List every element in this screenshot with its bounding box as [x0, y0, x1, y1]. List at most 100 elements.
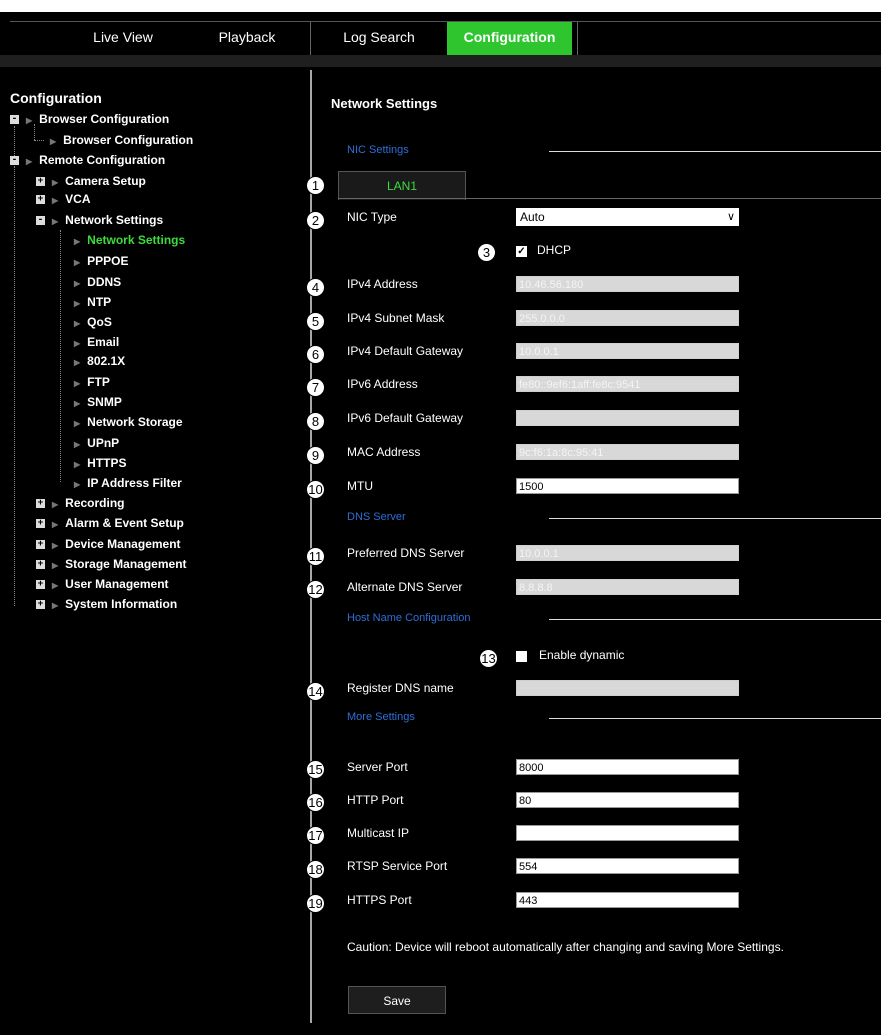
- toolbar-strip: [0, 55, 881, 67]
- sidebar-item-upnp[interactable]: ▶ UPnP: [74, 436, 119, 450]
- multicast-ip-field[interactable]: [516, 825, 739, 841]
- expand-icon[interactable]: +: [36, 540, 45, 549]
- sidebar-item-label: User Management: [65, 577, 169, 591]
- tab-log-search[interactable]: Log Search: [324, 22, 434, 55]
- callout-badge: 10: [306, 480, 325, 499]
- sidebar-item-label: NTP: [87, 295, 112, 309]
- dhcp-checkbox[interactable]: ✓: [516, 246, 527, 257]
- expand-icon[interactable]: +: [36, 177, 45, 186]
- sidebar-item-ip-address-filter[interactable]: ▶ IP Address Filter: [74, 476, 182, 490]
- tab-live-view[interactable]: Live View: [78, 22, 168, 55]
- mac-address-field[interactable]: 9c:f6:1a:8c:95:41: [516, 444, 739, 460]
- multicast-ip-label: Multicast IP: [347, 826, 410, 840]
- sidebar-item-ftp[interactable]: ▶ FTP: [74, 375, 110, 389]
- section-divider: [549, 518, 881, 519]
- ipv6-address-field[interactable]: fe80::9ef6:1aff:fe8c:9541: [516, 376, 739, 392]
- sidebar-item-label: Browser Configuration: [39, 112, 170, 126]
- collapse-icon[interactable]: -: [36, 216, 45, 225]
- sidebar-item-https[interactable]: ▶ HTTPS: [74, 456, 127, 470]
- sidebar-item-ddns[interactable]: ▶ DDNS: [74, 275, 121, 289]
- sidebar-item-network-settings[interactable]: ▶ Network Settings: [52, 213, 163, 227]
- chevron-right-icon: ▶: [50, 137, 57, 146]
- sidebar-item-browser-configuration-sub[interactable]: ▶ Browser Configuration: [50, 133, 193, 147]
- callout-badge: 1: [306, 176, 325, 195]
- collapse-icon[interactable]: -: [10, 156, 19, 165]
- save-button[interactable]: Save: [348, 986, 446, 1014]
- sidebar-item-system-information[interactable]: ▶ System Information: [52, 597, 177, 611]
- chevron-right-icon: ▶: [52, 217, 59, 226]
- callout-badge: 11: [306, 547, 325, 566]
- sidebar-item-label: UPnP: [87, 436, 120, 450]
- nic-type-select[interactable]: Auto ∨: [516, 208, 739, 226]
- rtsp-port-field[interactable]: 554: [516, 858, 739, 874]
- preferred-dns-field[interactable]: 10.0.0.1: [516, 545, 739, 561]
- tab-playback[interactable]: Playback: [202, 22, 292, 55]
- enable-dynamic-checkbox[interactable]: [516, 651, 527, 662]
- chevron-right-icon: ▶: [52, 581, 59, 590]
- register-dns-field[interactable]: [516, 680, 739, 696]
- sidebar-item-8021x[interactable]: ▶ 802.1X: [74, 354, 125, 368]
- sidebar-item-camera-setup[interactable]: ▶ Camera Setup: [52, 174, 146, 188]
- expand-icon[interactable]: +: [36, 560, 45, 569]
- sidebar-item-device-management[interactable]: ▶ Device Management: [52, 537, 181, 551]
- sidebar-item-network-settings-sub[interactable]: ▶ Network Settings: [74, 233, 185, 247]
- rtsp-port-label: RTSP Service Port: [347, 859, 448, 873]
- sidebar-item-pppoe[interactable]: ▶ PPPOE: [74, 254, 129, 268]
- ipv4-mask-field[interactable]: 255.0.0.0: [516, 310, 739, 326]
- section-host-name: Host Name Configuration: [347, 612, 471, 624]
- sidebar-item-label: Browser Configuration: [63, 133, 194, 147]
- expand-icon[interactable]: +: [36, 519, 45, 528]
- sidebar-item-alarm-event-setup[interactable]: ▶ Alarm & Event Setup: [52, 516, 184, 530]
- sidebar-item-browser-configuration[interactable]: ▶ Browser Configuration: [26, 112, 169, 126]
- sidebar-item-label: Recording: [65, 496, 125, 510]
- callout-badge: 17: [306, 826, 325, 845]
- sidebar-item-network-storage[interactable]: ▶ Network Storage: [74, 415, 183, 429]
- tab-underline: [338, 198, 881, 199]
- chevron-right-icon: ▶: [52, 561, 59, 570]
- sidebar-item-label: Alarm & Event Setup: [65, 516, 184, 530]
- expand-icon[interactable]: +: [36, 580, 45, 589]
- chevron-right-icon: ▶: [74, 379, 81, 388]
- chevron-right-icon: ▶: [52, 196, 59, 205]
- sidebar-item-ntp[interactable]: ▶ NTP: [74, 295, 111, 309]
- sidebar-item-label: FTP: [87, 375, 110, 389]
- sidebar-item-label: PPPOE: [87, 254, 129, 268]
- sidebar-item-snmp[interactable]: ▶ SNMP: [74, 395, 122, 409]
- register-dns-label: Register DNS name: [347, 681, 454, 695]
- sidebar-item-storage-management[interactable]: ▶ Storage Management: [52, 557, 187, 571]
- expand-icon[interactable]: +: [36, 195, 45, 204]
- server-port-label: Server Port: [347, 760, 408, 774]
- chevron-right-icon: ▶: [52, 178, 59, 187]
- page-title: Network Settings: [331, 96, 438, 111]
- sidebar-item-label: Remote Configuration: [39, 153, 166, 167]
- chevron-right-icon: ▶: [74, 460, 81, 469]
- mtu-field[interactable]: 1500: [516, 478, 739, 494]
- ipv6-address-label: IPv6 Address: [347, 377, 418, 391]
- sidebar-item-label: Device Management: [65, 537, 181, 551]
- tab-lan1[interactable]: LAN1: [338, 171, 466, 200]
- chevron-right-icon: ▶: [74, 319, 81, 328]
- alternate-dns-field[interactable]: 8.8.8.8: [516, 579, 739, 595]
- chevron-right-icon: ▶: [74, 440, 81, 449]
- sidebar-title: Configuration: [10, 90, 102, 106]
- sidebar-item-qos[interactable]: ▶ QoS: [74, 315, 112, 329]
- http-port-field[interactable]: 80: [516, 792, 739, 808]
- tab-configuration[interactable]: Configuration: [447, 22, 572, 56]
- sidebar-item-vca[interactable]: ▶ VCA: [52, 192, 91, 206]
- sidebar-item-recording[interactable]: ▶ Recording: [52, 496, 125, 510]
- ipv4-address-field[interactable]: 10.46.56.180: [516, 276, 739, 292]
- https-port-field[interactable]: 443: [516, 892, 739, 908]
- https-port-label: HTTPS Port: [347, 893, 412, 907]
- sidebar-item-remote-configuration[interactable]: ▶ Remote Configuration: [26, 153, 165, 167]
- sidebar-item-label: Email: [87, 335, 120, 349]
- collapse-icon[interactable]: -: [10, 115, 19, 124]
- sidebar-item-email[interactable]: ▶ Email: [74, 335, 119, 349]
- expand-icon[interactable]: +: [36, 499, 45, 508]
- chevron-right-icon: ▶: [74, 399, 81, 408]
- ipv4-gateway-field[interactable]: 10.0.0.1: [516, 343, 739, 359]
- ipv6-gateway-field[interactable]: [516, 410, 739, 426]
- server-port-field[interactable]: 8000: [516, 759, 739, 775]
- expand-icon[interactable]: +: [36, 600, 45, 609]
- sidebar-item-label: Network Settings: [87, 233, 186, 247]
- sidebar-item-user-management[interactable]: ▶ User Management: [52, 577, 169, 591]
